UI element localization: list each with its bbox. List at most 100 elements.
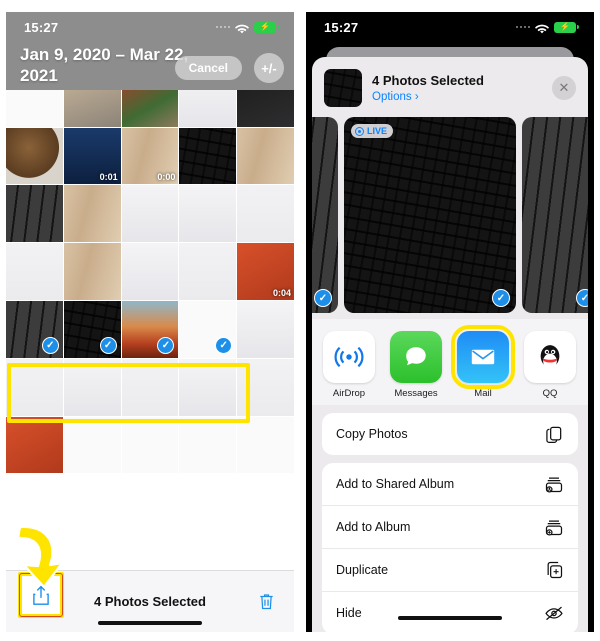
right-phone-viewport: 15:27 ⚡ 4 Photos Selected Options › ✕ ✓ … xyxy=(306,12,594,632)
photo-cell[interactable] xyxy=(179,185,237,243)
selection-check-icon: ✓ xyxy=(99,336,117,354)
photo-cell[interactable] xyxy=(179,127,237,185)
selected-row-highlight xyxy=(7,363,250,423)
preview-thumb-active[interactable]: LIVE ✓ xyxy=(344,117,516,313)
battery-charging-icon: ⚡ xyxy=(554,21,579,33)
action-label: Add to Shared Album xyxy=(336,477,455,491)
preview-thumb[interactable]: ✓ xyxy=(312,117,338,313)
action-hide[interactable]: Hide xyxy=(322,592,578,632)
selection-check-icon: ✓ xyxy=(492,289,510,307)
close-icon[interactable]: ✕ xyxy=(552,76,576,100)
photo-cell[interactable] xyxy=(63,243,121,300)
status-time: 15:27 xyxy=(24,19,59,35)
share-app-qq[interactable]: QQ xyxy=(523,331,577,399)
wifi-icon xyxy=(235,22,249,33)
photo-cell[interactable] xyxy=(237,185,294,243)
battery-charging-icon: ⚡ xyxy=(254,21,279,33)
selection-check-icon: ✓ xyxy=(41,336,59,354)
hide-icon xyxy=(544,603,564,623)
live-photo-badge: LIVE xyxy=(351,124,394,138)
shared-album-icon xyxy=(544,474,564,494)
action-label: Add to Album xyxy=(336,520,411,534)
preview-thumb[interactable]: ✓ xyxy=(522,117,588,313)
signal-dots-icon xyxy=(515,25,530,29)
sheet-header-text: 4 Photos Selected Options › xyxy=(372,73,484,103)
sheet-options-link[interactable]: Options › xyxy=(372,91,484,103)
date-range-title: Jan 9, 2020 – Mar 22, 2021 xyxy=(20,45,189,86)
qq-icon xyxy=(524,331,576,383)
photo-cell-selected[interactable]: ✓ xyxy=(63,300,121,358)
right-phone-screen: 15:27 ⚡ 4 Photos Selected Options › ✕ ✓ … xyxy=(300,0,600,641)
photo-cell xyxy=(121,416,179,474)
share-button-highlight[interactable] xyxy=(18,572,64,618)
share-app-messages[interactable]: Messages xyxy=(389,331,443,399)
action-duplicate[interactable]: Duplicate xyxy=(322,549,578,592)
left-phone-viewport: 0:01 0:00 0:04 ✓ ✓ ✓ ✓ 15:27 ⚡ Jan 9, 20… xyxy=(6,12,294,632)
duplicate-icon xyxy=(544,560,564,580)
chevron-right-icon: › xyxy=(414,90,419,103)
share-app-airdrop[interactable]: AirDrop xyxy=(322,331,376,399)
live-icon xyxy=(355,126,364,136)
share-app-mail[interactable]: Mail xyxy=(451,325,515,399)
sheet-thumbnail xyxy=(324,69,362,107)
share-icon xyxy=(33,585,49,605)
action-add-to-album[interactable]: Add to Album xyxy=(322,506,578,549)
action-label: Copy Photos xyxy=(336,427,408,441)
messages-icon xyxy=(390,331,442,383)
share-apps-row[interactable]: AirDrop Messages Mail QQ xyxy=(312,319,588,405)
video-duration: 0:04 xyxy=(272,287,291,298)
photo-cell xyxy=(179,416,237,474)
share-app-label: Messages xyxy=(394,388,438,399)
photo-cell[interactable] xyxy=(6,127,63,185)
status-indicators: ⚡ xyxy=(215,21,279,33)
video-duration: 0:01 xyxy=(99,172,118,183)
selection-check-icon: ✓ xyxy=(576,289,588,307)
photo-cell xyxy=(63,416,121,474)
photo-cell-video[interactable]: 0:04 xyxy=(237,243,294,300)
photo-cell-video[interactable]: 0:00 xyxy=(121,127,179,185)
photo-cell[interactable] xyxy=(237,300,294,358)
photo-cell-selected[interactable]: ✓ xyxy=(121,300,179,358)
photo-cell[interactable] xyxy=(121,243,179,300)
left-phone-screen: 0:01 0:00 0:04 ✓ ✓ ✓ ✓ 15:27 ⚡ Jan 9, 20… xyxy=(0,0,300,641)
selection-status-label: 4 Photos Selected xyxy=(94,594,206,609)
photo-cell-selected[interactable]: ✓ xyxy=(6,300,63,358)
share-sheet-header: 4 Photos Selected Options › ✕ xyxy=(312,57,588,117)
wifi-icon xyxy=(535,22,549,33)
photo-cell-video[interactable]: 0:01 xyxy=(63,127,121,185)
photo-cell[interactable] xyxy=(6,416,63,474)
add-album-icon xyxy=(544,517,564,537)
cancel-button[interactable]: Cancel xyxy=(174,56,242,80)
home-indicator xyxy=(398,616,502,620)
trash-icon[interactable] xyxy=(254,587,280,617)
share-app-label: AirDrop xyxy=(332,388,366,399)
selection-check-icon: ✓ xyxy=(314,289,332,307)
photo-cell[interactable] xyxy=(63,185,121,243)
preview-thumbnails-row[interactable]: ✓ LIVE ✓ ✓ xyxy=(312,117,588,319)
panel-divider xyxy=(299,0,301,641)
photo-cell[interactable] xyxy=(6,243,63,300)
video-duration: 0:00 xyxy=(157,172,176,183)
share-sheet: 4 Photos Selected Options › ✕ ✓ LIVE ✓ ✓… xyxy=(312,57,588,632)
photo-cell xyxy=(237,416,294,474)
photo-cell[interactable] xyxy=(6,185,63,243)
signal-dots-icon xyxy=(215,25,230,29)
status-time: 15:27 xyxy=(324,19,359,35)
action-label: Duplicate xyxy=(336,563,389,577)
action-label: Hide xyxy=(336,606,362,620)
filter-plus-minus-button[interactable]: +/- xyxy=(254,53,284,83)
airdrop-icon xyxy=(323,331,375,383)
photo-cell[interactable] xyxy=(237,127,294,185)
photo-cell-selected[interactable]: ✓ xyxy=(179,300,237,358)
photo-cell[interactable] xyxy=(121,185,179,243)
action-add-to-shared-album[interactable]: Add to Shared Album xyxy=(322,463,578,506)
share-actions-list: Copy Photos Add to Shared Album Add to A… xyxy=(322,413,578,632)
action-copy-photos[interactable]: Copy Photos xyxy=(322,413,578,455)
photo-cell[interactable] xyxy=(179,243,237,300)
home-indicator xyxy=(98,621,202,625)
two-phone-screenshot: 0:01 0:00 0:04 ✓ ✓ ✓ ✓ 15:27 ⚡ Jan 9, 20… xyxy=(0,0,600,641)
selection-check-icon: ✓ xyxy=(215,336,233,354)
copy-icon xyxy=(544,424,564,444)
sheet-options-label: Options xyxy=(372,90,412,103)
live-label: LIVE xyxy=(367,126,388,136)
